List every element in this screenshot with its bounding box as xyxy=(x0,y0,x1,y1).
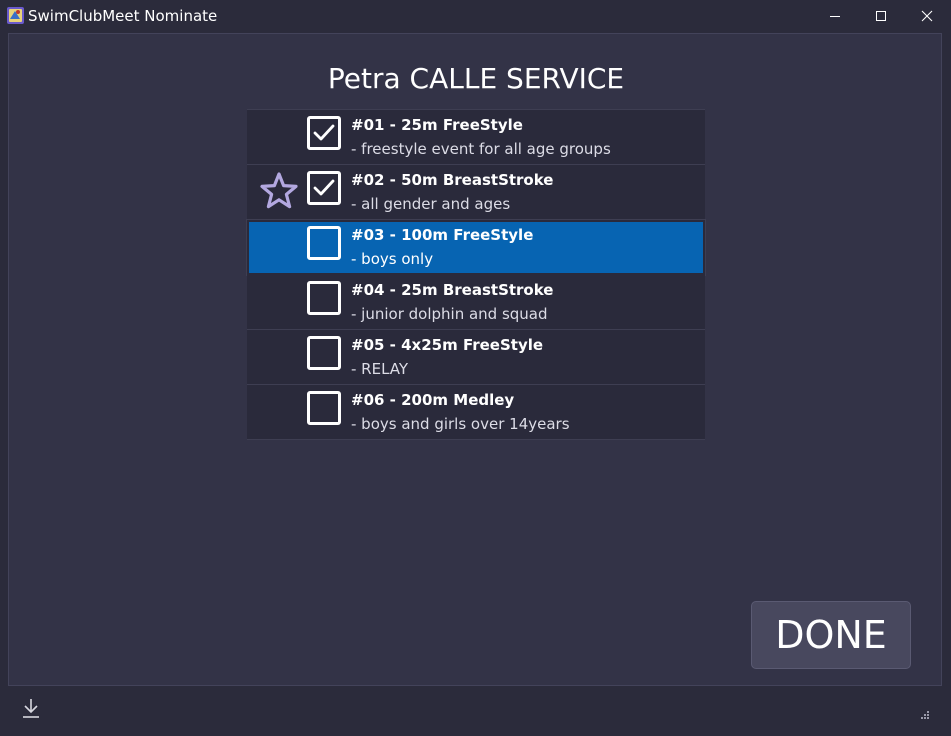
nominate-checkbox[interactable] xyxy=(307,391,341,425)
nominate-checkbox[interactable] xyxy=(307,116,341,150)
event-description: - RELAY xyxy=(351,360,409,378)
event-title: #01 - 25m FreeStyle xyxy=(351,116,523,134)
event-row[interactable]: #06 - 200m Medley - boys and girls over 1… xyxy=(247,385,705,440)
check-icon xyxy=(313,179,335,196)
event-title: #04 - 25m BreastStroke xyxy=(351,281,554,299)
event-list: #01 - 25m FreeStyle - freestyle event for… xyxy=(246,109,706,440)
done-button[interactable]: DONE xyxy=(751,601,911,669)
close-icon xyxy=(921,10,933,22)
event-description: - freestyle event for all age groups xyxy=(351,140,611,158)
event-row[interactable]: #03 - 100m FreeStyle - boys only xyxy=(246,219,706,276)
title-bar[interactable]: SwimClubMeet Nominate xyxy=(0,0,951,33)
resize-grip-icon[interactable] xyxy=(920,705,930,724)
event-description: - boys only xyxy=(351,250,434,268)
event-row[interactable]: #01 - 25m FreeStyle - freestyle event for… xyxy=(247,110,705,165)
minimize-icon xyxy=(830,16,840,17)
event-row[interactable]: #05 - 4x25m FreeStyle - RELAY xyxy=(247,330,705,385)
minimize-button[interactable] xyxy=(812,0,858,33)
member-name-heading: Petra CALLE SERVICE xyxy=(327,62,625,95)
nominate-checkbox[interactable] xyxy=(307,226,341,260)
close-button[interactable] xyxy=(904,0,950,33)
star-icon xyxy=(258,170,300,212)
event-description: - junior dolphin and squad xyxy=(351,305,548,323)
maximize-button[interactable] xyxy=(858,0,904,33)
maximize-icon xyxy=(876,11,886,21)
app-window: SwimClubMeet Nominate Petra CALLE SERVIC… xyxy=(0,0,951,736)
status-bar xyxy=(0,688,951,736)
window-title: SwimClubMeet Nominate xyxy=(28,7,218,25)
nominate-checkbox[interactable] xyxy=(307,281,341,315)
event-title: #06 - 200m Medley xyxy=(351,391,515,409)
event-description: - boys and girls over 14years xyxy=(351,415,570,433)
app-logo-icon xyxy=(7,7,24,24)
download-icon[interactable] xyxy=(22,698,40,722)
nominate-checkbox[interactable] xyxy=(307,336,341,370)
event-row[interactable]: #04 - 25m BreastStroke - junior dolphin a… xyxy=(247,275,705,330)
check-icon xyxy=(313,124,335,141)
event-description: - all gender and ages xyxy=(351,195,511,213)
main-panel: Petra CALLE SERVICE #01 - 25m FreeStyle -… xyxy=(8,33,942,686)
event-row[interactable]: #02 - 50m BreastStroke - all gender and a… xyxy=(247,165,705,220)
nominate-checkbox[interactable] xyxy=(307,171,341,205)
event-title: #03 - 100m FreeStyle xyxy=(351,226,534,244)
event-title: #05 - 4x25m FreeStyle xyxy=(351,336,544,354)
event-title: #02 - 50m BreastStroke xyxy=(351,171,554,189)
